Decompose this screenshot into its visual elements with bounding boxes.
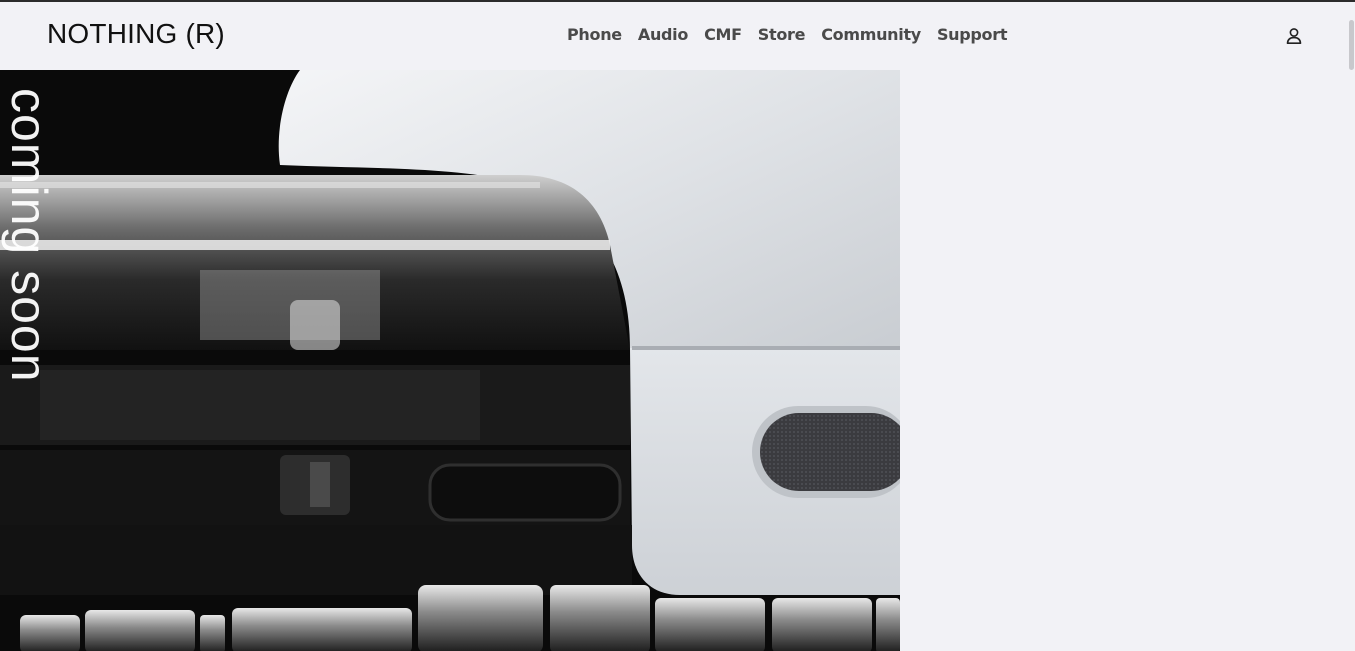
hero-image: coming soon	[0, 70, 900, 651]
brand-logo[interactable]: NOTHING (R)	[47, 18, 225, 50]
nav-item-store[interactable]: Store	[758, 25, 806, 44]
account-button[interactable]	[1284, 26, 1304, 46]
scrollbar-thumb[interactable]	[1349, 20, 1354, 70]
nav-item-phone[interactable]: Phone	[567, 25, 622, 44]
main-nav: Phone Audio CMF Store Community Support	[567, 25, 1023, 44]
nav-item-community[interactable]: Community	[821, 25, 921, 44]
site-header: NOTHING (R) Phone Audio CMF Store Commun…	[0, 2, 1355, 70]
coming-soon-text: coming soon	[1, 88, 57, 383]
user-icon	[1286, 28, 1302, 44]
earbud-case-illustration	[0, 70, 900, 651]
nav-item-support[interactable]: Support	[937, 25, 1008, 44]
nav-item-cmf[interactable]: CMF	[704, 25, 742, 44]
page-scrollbar[interactable]	[1347, 2, 1355, 651]
page: NOTHING (R) Phone Audio CMF Store Commun…	[0, 0, 1355, 651]
nav-item-audio[interactable]: Audio	[638, 25, 689, 44]
